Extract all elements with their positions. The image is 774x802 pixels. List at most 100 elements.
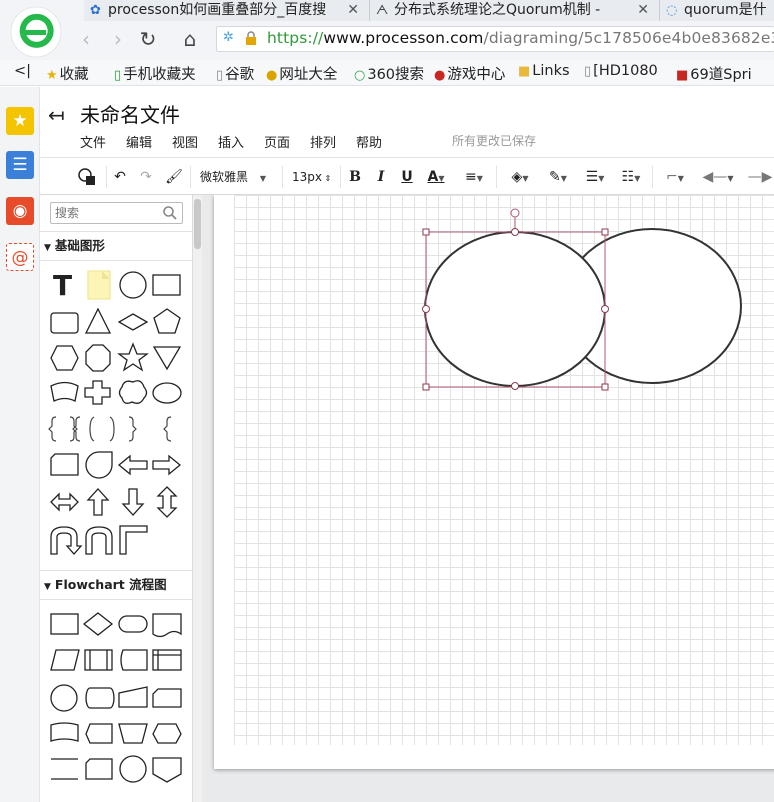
menu-page[interactable]: 页面 <box>264 132 290 151</box>
bookmark-item[interactable]: ■ Links <box>518 63 570 79</box>
resize-handle-nw[interactable] <box>422 228 430 236</box>
star-shape-icon[interactable] <box>117 342 149 372</box>
process-shape-icon[interactable] <box>50 613 79 635</box>
document-flow-shape-icon[interactable] <box>152 613 182 638</box>
up-down-arrow-shape-icon[interactable] <box>156 486 178 518</box>
line-width-button[interactable]: ☰▼ <box>580 166 610 188</box>
internal-storage-shape-icon[interactable] <box>152 649 182 671</box>
bookmark-item[interactable]: ○ 360搜索 <box>354 63 424 84</box>
stored-data-shape-icon[interactable] <box>120 649 148 671</box>
circle-shape-icon[interactable] <box>119 271 147 299</box>
end-arrow-button[interactable]: —▶ <box>746 166 774 188</box>
reader-list-icon[interactable]: ☰ <box>6 151 34 179</box>
left-brace-icon-2[interactable] <box>163 416 172 442</box>
display-shape-icon[interactable] <box>85 723 113 744</box>
tear-shape-icon[interactable] <box>85 451 113 479</box>
bold-button[interactable]: B <box>346 166 364 188</box>
arch-shape-icon[interactable] <box>85 526 113 555</box>
left-parenthesis-icon[interactable] <box>89 416 95 442</box>
rectangle-shape-icon[interactable] <box>152 274 181 296</box>
section-basic-shapes[interactable]: ▼ 基础图形 <box>40 231 192 261</box>
address-bar[interactable]: ✲ https://www.processon.com/diagraming/5… <box>216 26 774 52</box>
stepper-icon[interactable]: ⇕ <box>322 174 332 183</box>
mail-icon[interactable]: @ <box>6 243 34 271</box>
anchor-point-left[interactable] <box>422 305 430 313</box>
u-turn-arrow-shape-icon[interactable] <box>50 526 83 555</box>
manual-operation-shape-icon[interactable] <box>118 723 148 744</box>
favorites-star-icon[interactable]: ★ <box>6 107 34 135</box>
document-title[interactable]: 未命名文件 <box>80 99 180 128</box>
italic-button[interactable]: I <box>372 166 390 188</box>
close-tab-icon[interactable]: ✕ <box>637 0 649 20</box>
scrollbar-thumb[interactable] <box>194 199 201 249</box>
shape-search-box[interactable] <box>50 202 183 224</box>
triangle-shape-icon[interactable] <box>84 307 112 334</box>
shape-search-input[interactable] <box>53 204 161 222</box>
back-button[interactable]: ‹ <box>74 27 98 51</box>
card-shape-icon[interactable] <box>50 381 79 402</box>
browser-tab[interactable]: ᗅ 分布式系统理论之Quorum机制 - ✕ <box>370 0 660 21</box>
predefined-process-shape-icon[interactable] <box>84 649 113 671</box>
underline-button[interactable]: U <box>398 166 416 188</box>
off-page-card-shape-icon[interactable] <box>85 758 113 780</box>
reload-button[interactable]: ↻ <box>136 27 160 51</box>
diamond-shape-icon[interactable] <box>117 313 149 331</box>
cloud-shape-icon[interactable] <box>118 380 148 404</box>
line-color-button[interactable]: ✎▼ <box>542 166 574 188</box>
close-tab-icon[interactable]: ✕ <box>347 0 359 20</box>
anchor-point-bottom[interactable] <box>511 382 519 390</box>
menu-file[interactable]: 文件 <box>80 132 106 151</box>
on-page-connector-icon[interactable] <box>119 755 147 783</box>
double-arrow-shape-icon[interactable] <box>50 492 79 512</box>
bookmark-item[interactable]: ▯ 手机收藏夹 <box>114 63 196 84</box>
bookmark-item[interactable]: ■ 69道Spri <box>676 63 752 84</box>
corner-shape-icon[interactable] <box>119 525 148 555</box>
section-flowchart[interactable]: ▼ Flowchart 流程图 <box>40 570 192 600</box>
weibo-icon[interactable]: ◉ <box>6 197 34 225</box>
format-painter-style-icon[interactable] <box>76 166 98 188</box>
tape-shape-icon[interactable] <box>50 722 79 742</box>
octagon-shape-icon[interactable] <box>85 344 111 372</box>
redo-icon[interactable]: ↷ <box>136 166 156 188</box>
down-arrow-shape-icon[interactable] <box>121 488 145 516</box>
resize-handle-sw[interactable] <box>422 383 430 391</box>
resize-handle-se[interactable] <box>601 383 609 391</box>
document-shape-icon[interactable] <box>50 453 79 476</box>
browser-tab[interactable]: ✿ processon如何画重叠部分_百度搜 ✕ <box>84 0 370 21</box>
decision-shape-icon[interactable] <box>82 612 114 636</box>
up-arrow-shape-icon[interactable] <box>86 488 110 516</box>
anchor-point-right[interactable] <box>601 305 609 313</box>
preparation-shape-icon[interactable] <box>152 723 182 744</box>
pentagon-shape-icon[interactable] <box>153 308 181 334</box>
cross-shape-icon[interactable] <box>84 380 111 405</box>
sidebar-scrollbar[interactable] <box>193 195 202 802</box>
text-align-button[interactable]: ≡▼ <box>460 166 488 188</box>
menu-insert[interactable]: 插入 <box>218 132 244 151</box>
search-icon[interactable] <box>162 205 178 221</box>
terminator-shape-icon[interactable] <box>118 615 148 633</box>
bookmark-item[interactable]: ● 网址大全 <box>266 63 337 84</box>
text-tool-icon[interactable]: T <box>53 269 72 302</box>
right-arrow-shape-icon[interactable] <box>152 454 182 476</box>
inverted-triangle-shape-icon[interactable] <box>152 346 182 371</box>
right-brace-icon-2[interactable] <box>128 416 137 442</box>
right-parenthesis-icon[interactable] <box>109 416 115 442</box>
rounded-rectangle-shape-icon[interactable] <box>50 312 79 334</box>
home-button[interactable]: ⌂ <box>178 27 202 51</box>
left-brace-icon[interactable] <box>48 416 57 442</box>
bookmark-item[interactable]: ▯ 谷歌 <box>216 63 254 84</box>
bookmarks-collapse-icon[interactable]: <| <box>14 63 31 79</box>
off-page-connector-icon[interactable] <box>152 757 182 783</box>
left-arrow-shape-icon[interactable] <box>117 454 148 476</box>
forward-button[interactable]: › <box>106 27 130 51</box>
bookmark-item[interactable]: ★ 收藏 <box>46 63 89 84</box>
direct-data-shape-icon[interactable] <box>85 687 115 709</box>
menu-help[interactable]: 帮助 <box>356 132 382 151</box>
diagram-canvas[interactable] <box>202 195 774 802</box>
data-shape-icon[interactable] <box>50 649 80 671</box>
ellipse-shape-icon[interactable] <box>152 382 182 404</box>
bookmark-item[interactable]: ● 游戏中心 <box>434 63 505 84</box>
note-shape-icon[interactable] <box>87 270 111 300</box>
ellipse-shape-left[interactable] <box>424 231 606 387</box>
browser-tab[interactable]: ◌ quorum是什 <box>660 0 774 21</box>
